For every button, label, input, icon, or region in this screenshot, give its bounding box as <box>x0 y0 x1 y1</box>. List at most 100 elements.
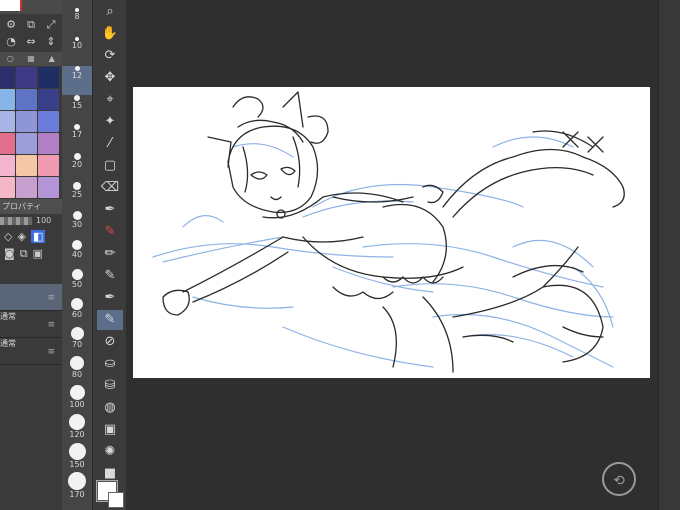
color-swatch[interactable] <box>38 67 59 88</box>
blend-icon[interactable]: ⊘ <box>97 332 123 352</box>
brush-size-170[interactable]: 170 <box>62 472 92 501</box>
navigator-icons: ⚙ ⧉ ⤢ ◔ ⇔ ⇕ <box>0 14 62 52</box>
eraser-icon[interactable]: ⌫ <box>97 178 123 198</box>
gear-icon[interactable]: ⚙ <box>1 16 21 33</box>
color-swatch[interactable] <box>0 155 15 176</box>
layer-color-icon[interactable]: ◧ <box>30 230 46 243</box>
fill-bucket-icon[interactable]: ⛀ <box>97 354 123 374</box>
brush-size-40[interactable]: 40 <box>62 240 92 269</box>
color-set-swatches <box>0 66 62 199</box>
color-swatch[interactable] <box>0 111 15 132</box>
water-drops-icon[interactable]: ◍ <box>97 398 123 418</box>
layer-menu-icon[interactable]: ≡ <box>47 293 55 303</box>
navigator-thumbnail[interactable] <box>0 0 22 11</box>
rotate-view-icon[interactable]: ⟳ <box>97 46 123 66</box>
color-panel-tabs: ○ ▦ ▲ <box>0 52 62 66</box>
burst-icon[interactable]: ✺ <box>97 442 123 462</box>
brush-size-150[interactable]: 150 <box>62 443 92 472</box>
info-icon[interactable]: ◔ <box>1 33 21 50</box>
move-icon[interactable]: ✥ <box>97 68 123 88</box>
brush-size-palette: 8 10 12 15 17 20 25 30 40 50 60 70 80 100 120 150 170 <box>62 0 92 510</box>
color-swatch[interactable] <box>16 111 37 132</box>
layer-row[interactable]: 通常 ≡ <box>0 338 62 365</box>
layer-blend-mode: 通常 <box>0 312 16 321</box>
brush-size-20[interactable]: 20 <box>62 153 92 182</box>
expand-icon[interactable]: ⤢ <box>41 16 61 33</box>
mask-icon[interactable]: ▣ <box>33 247 43 261</box>
zoom-icon[interactable]: ⌕ <box>97 2 123 22</box>
color-swatch[interactable] <box>38 133 59 154</box>
brush-size-label: 15 <box>71 101 83 110</box>
brush-size-70[interactable]: 70 <box>62 327 92 356</box>
flip-horizontal-icon[interactable]: ⇔ <box>21 33 41 50</box>
opacity-slider[interactable] <box>0 217 32 225</box>
marker-icon[interactable]: ✎ <box>97 266 123 286</box>
brush-size-label: 17 <box>71 130 83 139</box>
operation-icon[interactable]: ⌖ <box>97 90 123 110</box>
sketch-artwork <box>152 91 625 373</box>
duplicate-layer-icon[interactable]: ⧉ <box>20 247 28 261</box>
eyedropper-icon[interactable]: ⁄ <box>97 134 123 154</box>
brush-selected-icon[interactable]: ✎ <box>97 310 123 330</box>
clip-icon[interactable]: ◇ <box>4 230 12 243</box>
hand-icon[interactable]: ✋ <box>97 24 123 44</box>
color-swatch[interactable] <box>38 177 59 198</box>
color-swatch[interactable] <box>38 155 59 176</box>
rotate-canvas-icon[interactable]: ⟲ <box>602 462 636 496</box>
brush-size-8[interactable]: 8 <box>62 8 92 37</box>
layer-menu-icon[interactable]: ≡ <box>47 347 55 357</box>
blend-controls: ◇ ◈ ◧ <box>0 228 62 245</box>
color-swatch[interactable] <box>16 155 37 176</box>
brush-size-dot <box>71 269 83 280</box>
brush-size-80[interactable]: 80 <box>62 356 92 385</box>
opacity-value[interactable]: 100 <box>36 214 51 228</box>
brush-size-dot <box>69 414 85 430</box>
tab-color-wheel[interactable]: ○ <box>0 52 21 66</box>
g-pen-icon[interactable]: ✒ <box>97 288 123 308</box>
color-swatch[interactable] <box>38 89 59 110</box>
brush-size-12[interactable]: 12 <box>62 66 92 95</box>
brush-size-17[interactable]: 17 <box>62 124 92 153</box>
drawing-canvas[interactable] <box>133 87 650 378</box>
color-swatch[interactable] <box>0 133 15 154</box>
color-swatch[interactable] <box>16 67 37 88</box>
brush-size-60[interactable]: 60 <box>62 298 92 327</box>
layer-row[interactable]: 通常 ≡ <box>0 311 62 338</box>
pencil-icon[interactable]: ✏ <box>97 244 123 264</box>
color-swatch[interactable] <box>16 133 37 154</box>
flip-vertical-icon[interactable]: ⇕ <box>41 33 61 50</box>
color-swatch[interactable] <box>0 67 15 88</box>
selection-rect-icon[interactable]: ▢ <box>97 156 123 176</box>
brush-size-15[interactable]: 15 <box>62 95 92 124</box>
gradient-icon[interactable]: ▣ <box>97 420 123 440</box>
brush-size-label: 30 <box>71 220 83 229</box>
layer-row-selected[interactable]: ≡ <box>0 284 62 311</box>
sub-color-swatch[interactable] <box>108 492 124 508</box>
color-swatch[interactable] <box>0 89 15 110</box>
reference-icon[interactable]: ◈ <box>17 230 25 243</box>
tool-palette: ⌕ ✋ ⟳ ✥ ⌖ ✦ ⁄ ▢ ⌫ ✒ ✎ ✏ ✎ ✒ ✎ ⊘ ⛀ ⛁ ◍ ▣ ✺ ■ <box>92 0 127 510</box>
brush-size-10[interactable]: 10 <box>62 37 92 66</box>
brush-size-dot <box>69 385 85 400</box>
brush-size-dot <box>71 298 83 310</box>
brush-size-label: 20 <box>71 160 83 169</box>
color-swatch[interactable] <box>16 177 37 198</box>
color-swatch[interactable] <box>0 177 15 198</box>
color-swatch[interactable] <box>38 111 59 132</box>
color-swatch[interactable] <box>16 89 37 110</box>
layer-menu-icon[interactable]: ≡ <box>47 320 55 330</box>
brush-size-100[interactable]: 100 <box>62 385 92 414</box>
brush-size-30[interactable]: 30 <box>62 211 92 240</box>
red-pen-icon[interactable]: ✎ <box>97 222 123 242</box>
magic-wand-icon[interactable]: ✦ <box>97 112 123 132</box>
copy-icon[interactable]: ⧉ <box>21 16 41 33</box>
paint-bucket-icon[interactable]: ⛁ <box>97 376 123 396</box>
tab-color-set[interactable]: ▦ <box>21 52 42 66</box>
brush-size-dot <box>68 443 86 460</box>
new-layer-icon[interactable]: ◙ <box>4 247 15 261</box>
pen-icon[interactable]: ✒ <box>97 200 123 220</box>
brush-size-25[interactable]: 25 <box>62 182 92 211</box>
tab-color-slider[interactable]: ▲ <box>41 52 62 66</box>
brush-size-120[interactable]: 120 <box>62 414 92 443</box>
brush-size-50[interactable]: 50 <box>62 269 92 298</box>
